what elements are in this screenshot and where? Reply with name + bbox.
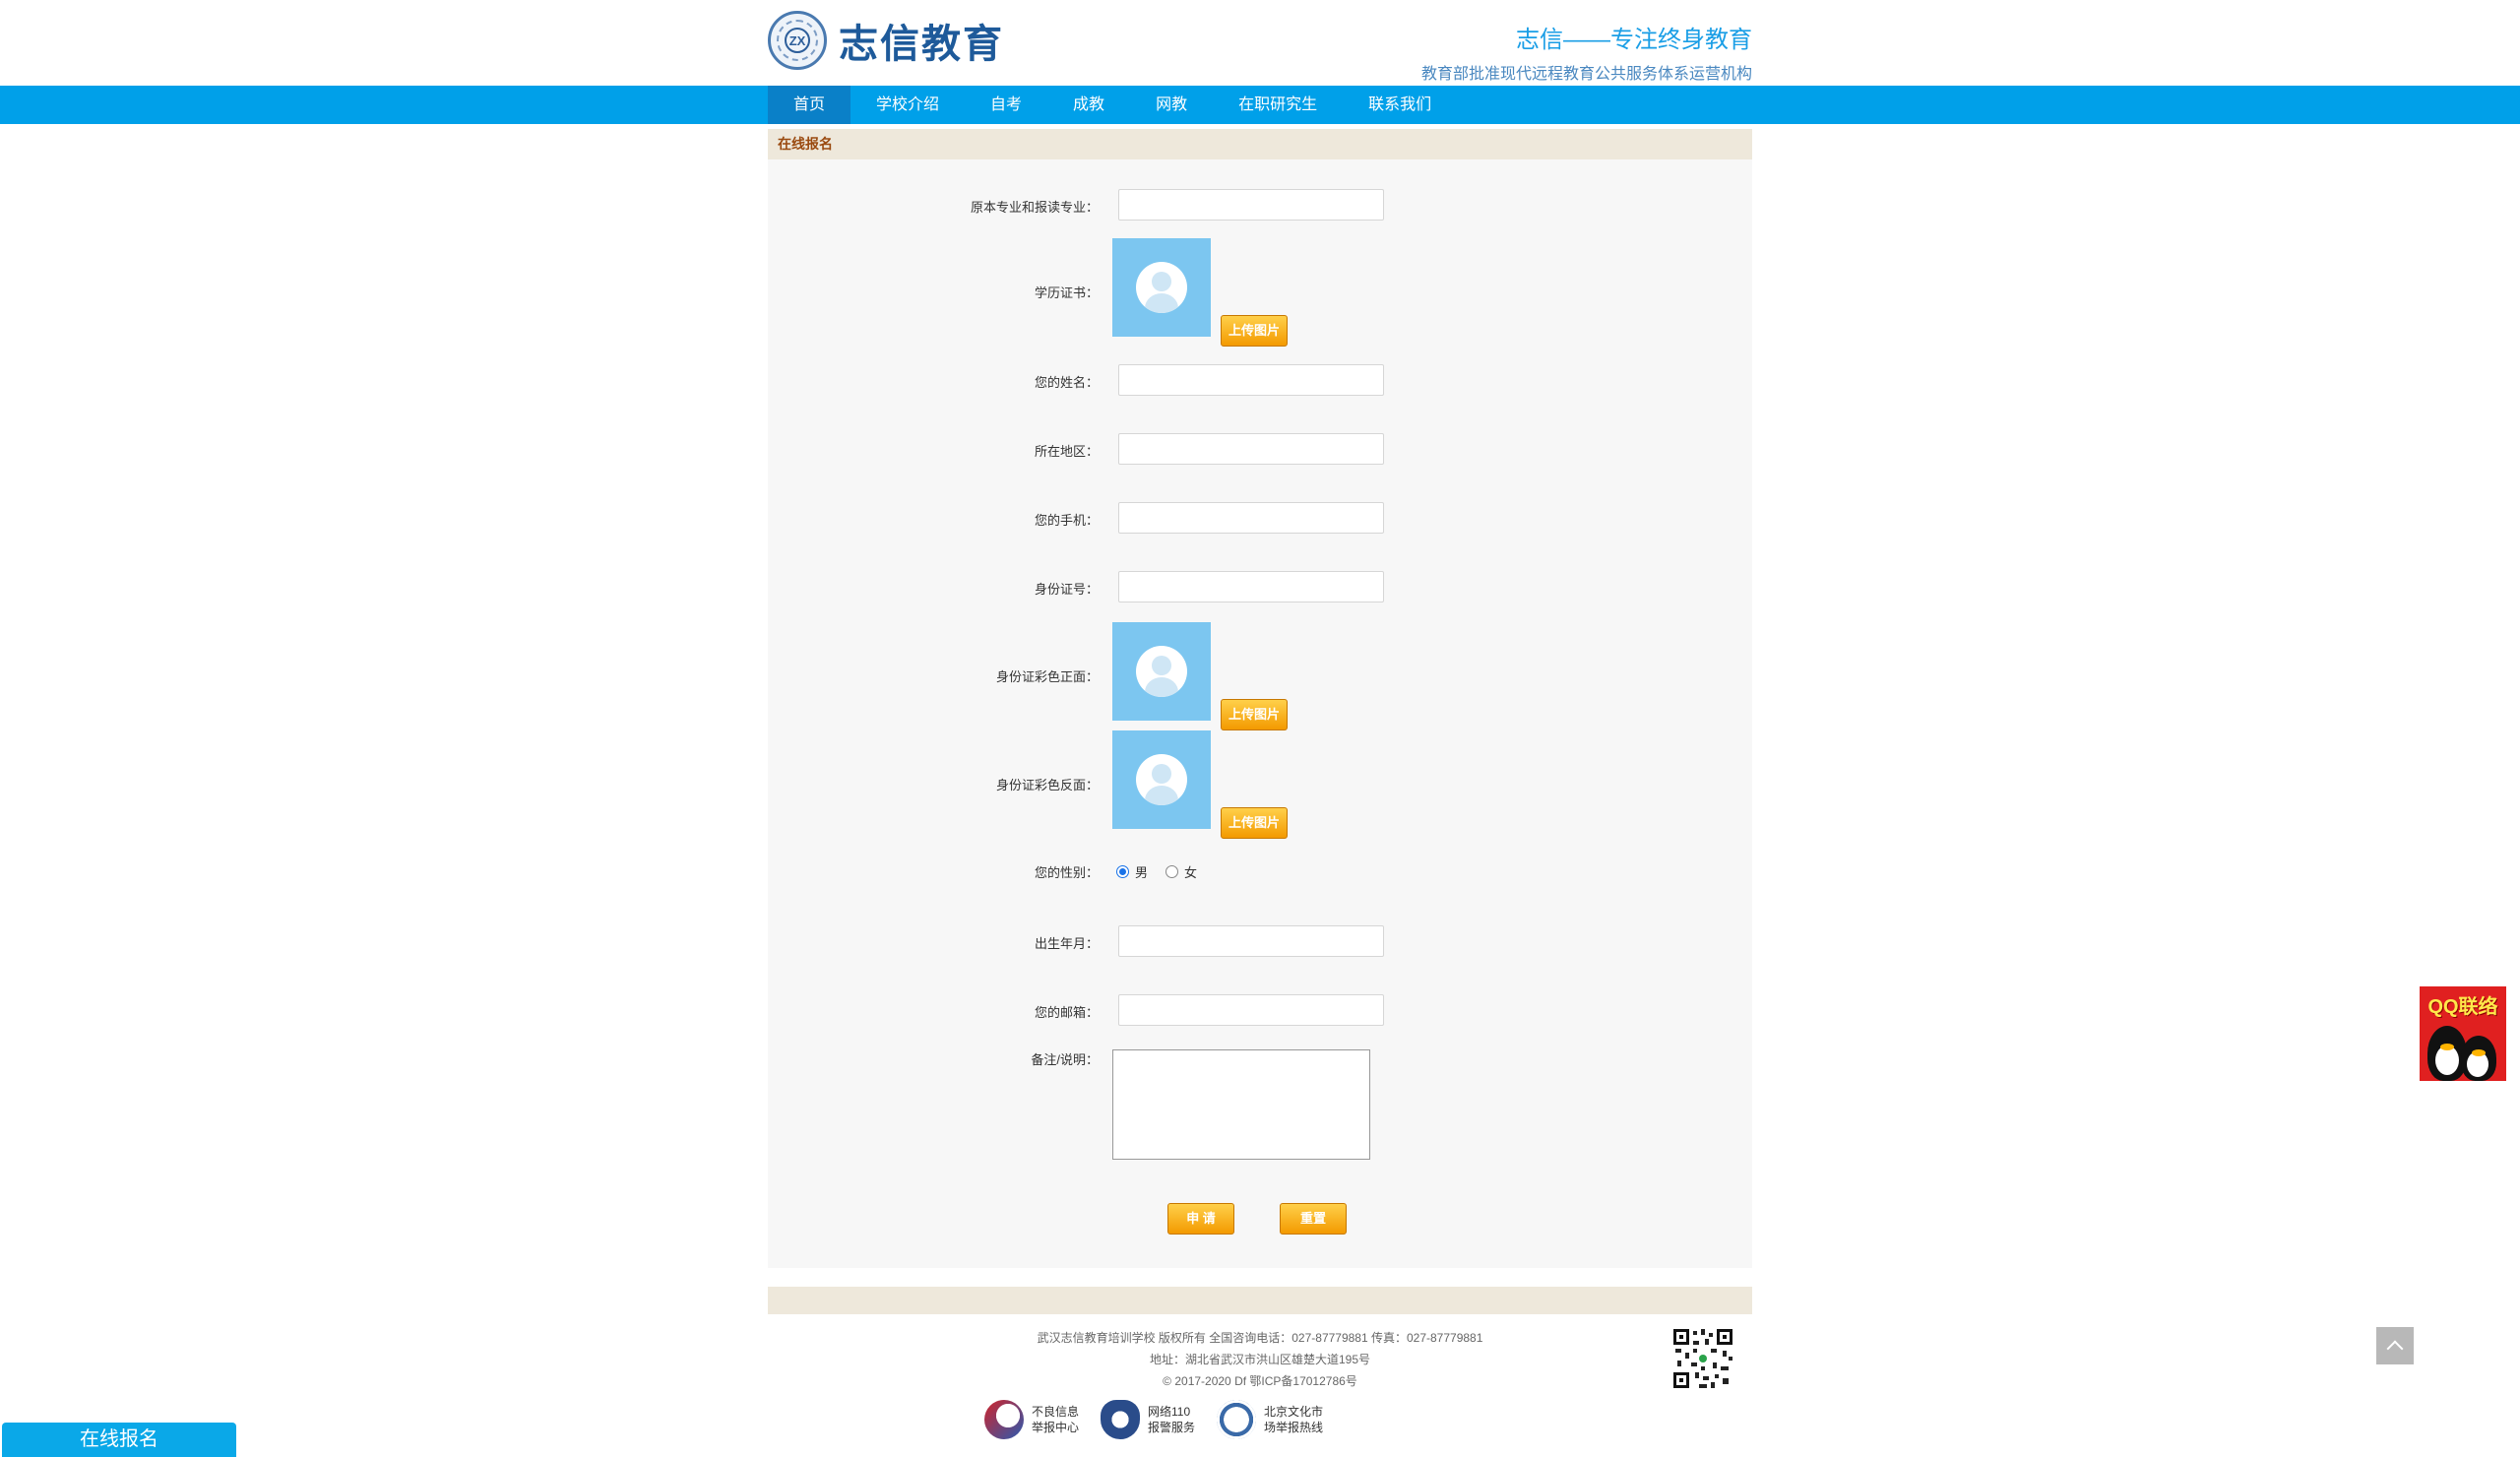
form-row-diploma: 学历证书： 上传图片 (768, 238, 1752, 347)
form-row-id: 身份证号： (768, 571, 1752, 604)
slogan-sub: 教育部批准现代远程教育公共服务体系运营机构 (1420, 66, 1752, 83)
form-row-region: 所在地区： (768, 433, 1752, 467)
form-row-email: 您的邮箱： (768, 994, 1752, 1028)
nav-item-online-education[interactable]: 网教 (1130, 86, 1213, 124)
badge-report-center[interactable]: 不良信息 举报中心 (984, 1400, 1079, 1439)
diploma-photo-placeholder (1112, 238, 1211, 337)
badge-police-line1: 网络110 (1148, 1405, 1191, 1419)
copyright-line: 武汉志信教育培训学校 版权所有 全国咨询电话：027-87779881 传真：0… (1037, 1331, 1483, 1345)
qq-label: QQ联络 (2427, 996, 2498, 1018)
police-110-icon (1101, 1400, 1141, 1439)
remark-label: 备注/说明： (1031, 1052, 1099, 1067)
logo-text: 志信教育 (839, 23, 1004, 66)
back-to-top-button[interactable] (2376, 1327, 2414, 1364)
user-avatar-icon (1136, 754, 1187, 805)
address-line: 地址：湖北省武汉市洪山区雄楚大道195号 (1149, 1353, 1371, 1366)
diploma-label: 学历证书： (1034, 285, 1099, 300)
reset-button[interactable]: 重置 (1280, 1203, 1347, 1235)
form-row-id-front: 身份证彩色正面： 上传图片 (768, 622, 1752, 730)
signup-form: 原本专业和报读专业： 学历证书： 上传图片 您的姓名： 所在地区： 您的手机： … (768, 159, 1752, 1268)
footer-bar (768, 1287, 1752, 1314)
user-avatar-icon (1136, 646, 1187, 697)
gender-radio-group: 男 女 (1116, 862, 1197, 881)
id-number-label: 身份证号： (1034, 582, 1099, 597)
badge-culture-line1: 北京文化市 (1264, 1405, 1324, 1419)
birth-label: 出生年月： (1034, 936, 1099, 951)
nav-item-graduate[interactable]: 在职研究生 (1213, 86, 1343, 124)
report-center-icon (984, 1400, 1024, 1439)
badge-culture-line2: 场举报热线 (1264, 1421, 1324, 1434)
section-title: 在线报名 (768, 129, 1752, 159)
footer-text: 武汉志信教育培训学校 版权所有 全国咨询电话：027-87779881 传真：0… (768, 1327, 1752, 1392)
nav-item-self-study[interactable]: 自考 (965, 86, 1047, 124)
emblem-initials: ZX (785, 28, 810, 53)
qq-penguin-icon (2461, 1036, 2496, 1081)
region-input[interactable] (1118, 433, 1384, 465)
phone-input[interactable] (1118, 502, 1384, 534)
name-label: 您的姓名： (1034, 375, 1099, 390)
gender-female-radio[interactable] (1166, 865, 1179, 878)
major-label: 原本专业和报读专业： (970, 200, 1099, 215)
slogan-main: 志信——专注终身教育 (1516, 27, 1752, 53)
nav-item-contact[interactable]: 联系我们 (1343, 86, 1457, 124)
form-row-remark: 备注/说明： (768, 1049, 1752, 1162)
gender-female-label: 女 (1184, 865, 1198, 880)
slogan: 志信——专注终身教育 教育部批准现代远程教育公共服务体系运营机构 (1421, 20, 1752, 84)
nav-item-home[interactable]: 首页 (768, 86, 851, 124)
user-avatar-icon (1136, 262, 1187, 313)
gender-label: 您的性别： (1034, 865, 1099, 880)
id-back-photo-placeholder (1112, 730, 1211, 829)
form-row-name: 您的姓名： (768, 364, 1752, 398)
id-front-upload-button[interactable]: 上传图片 (1221, 699, 1288, 730)
badge-police-110[interactable]: 网络110 报警服务 (1101, 1400, 1195, 1439)
badge-report-line1: 不良信息 (1032, 1405, 1080, 1419)
wechat-qrcode (1671, 1327, 1734, 1390)
qq-contact-float[interactable]: QQ联络 (2420, 986, 2506, 1081)
nav-item-adult-education[interactable]: 成教 (1047, 86, 1130, 124)
footer-badges: 不良信息举报中心 网络110 报警服务 北京文化市场举报热线 (984, 1400, 1323, 1439)
site-header: ZX 志信教育 志信——专注终身教育 教育部批准现代远程教育公共服务体系运营机构 (0, 0, 2520, 85)
email-label: 您的邮箱： (1034, 1005, 1099, 1020)
icp-line[interactable]: © 2017-2020 Df 鄂ICP备17012786号 (768, 1370, 1752, 1392)
badge-police-line2: 报警服务 (1148, 1421, 1196, 1434)
id-back-label: 身份证彩色反面： (995, 778, 1099, 792)
id-front-label: 身份证彩色正面： (995, 669, 1099, 684)
form-row-major: 原本专业和报读专业： (768, 189, 1752, 222)
birth-input[interactable] (1118, 925, 1384, 957)
name-input[interactable] (1118, 364, 1384, 396)
email-input[interactable] (1118, 994, 1384, 1026)
badge-report-line2: 举报中心 (1032, 1421, 1080, 1434)
online-signup-float-button[interactable]: 在线报名 (2, 1423, 236, 1457)
id-back-upload-button[interactable]: 上传图片 (1221, 807, 1288, 839)
main-nav: 首页 学校介绍 自考 成教 网教 在职研究生 联系我们 (0, 86, 2520, 124)
id-number-input[interactable] (1118, 571, 1384, 602)
remark-textarea[interactable] (1112, 1049, 1370, 1160)
region-label: 所在地区： (1034, 444, 1099, 459)
form-row-gender: 您的性别： 男 女 (768, 858, 1752, 880)
chevron-up-icon (2386, 1340, 2404, 1358)
submit-button[interactable]: 申 请 (1167, 1203, 1234, 1235)
badge-culture-market[interactable]: 北京文化市场举报热线 (1217, 1400, 1323, 1439)
gender-male-radio[interactable] (1116, 865, 1129, 878)
gender-male-label: 男 (1135, 865, 1149, 880)
logo[interactable]: ZX 志信教育 (768, 8, 1004, 73)
nav-item-school-intro[interactable]: 学校介绍 (850, 86, 965, 124)
id-front-photo-placeholder (1112, 622, 1211, 721)
culture-market-icon (1217, 1400, 1257, 1439)
form-row-phone: 您的手机： (768, 502, 1752, 536)
form-row-birth: 出生年月： (768, 925, 1752, 959)
diploma-upload-button[interactable]: 上传图片 (1221, 315, 1288, 347)
form-row-id-back: 身份证彩色反面： 上传图片 (768, 730, 1752, 839)
major-input[interactable] (1118, 189, 1384, 221)
school-emblem-icon: ZX (768, 11, 827, 70)
phone-label: 您的手机： (1034, 513, 1099, 528)
